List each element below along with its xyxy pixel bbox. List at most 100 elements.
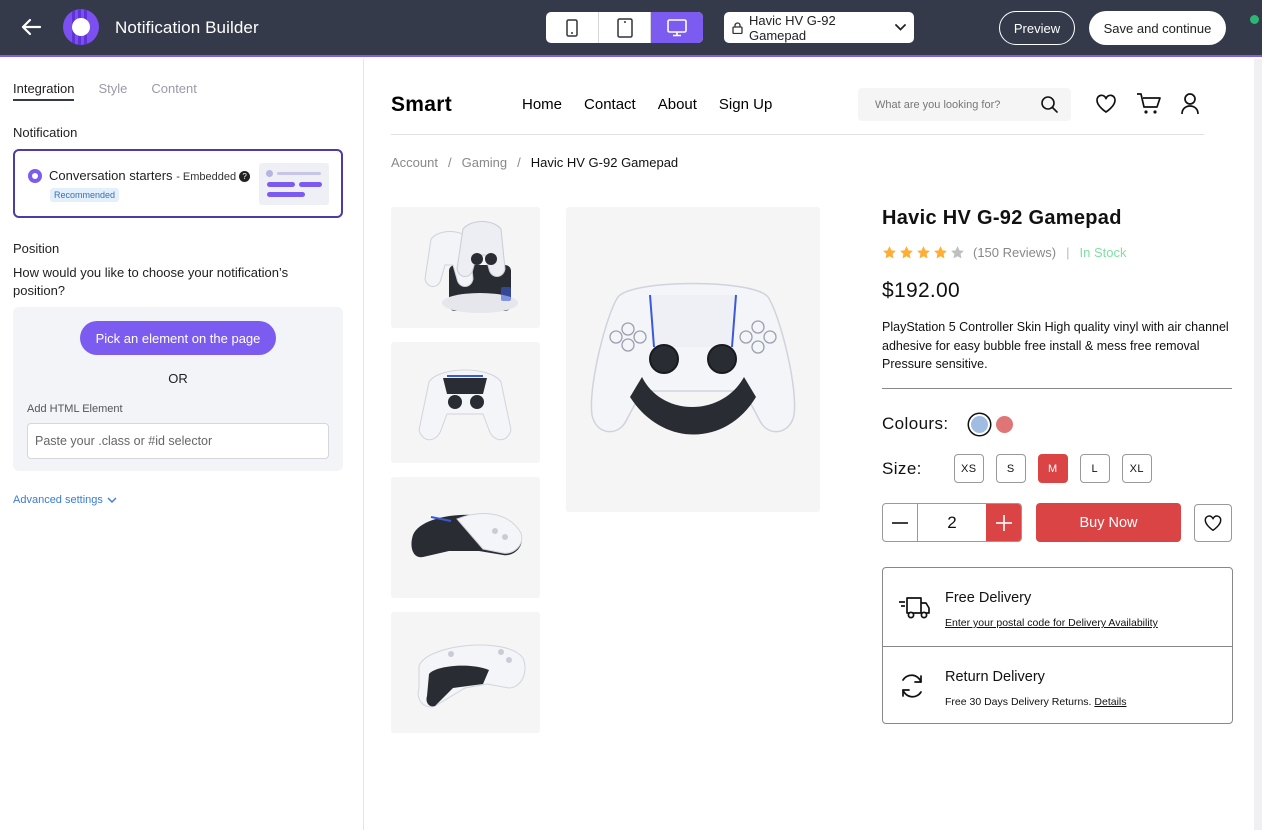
product-main-image[interactable] (566, 207, 820, 512)
user-icon[interactable] (1180, 92, 1200, 115)
save-and-continue-button[interactable]: Save and continue (1089, 11, 1226, 45)
return-refresh-icon (902, 674, 922, 698)
notification-name-label: Conversation starters (49, 168, 173, 183)
back-arrow-icon[interactable] (20, 17, 42, 37)
tablet-icon (616, 17, 633, 38)
controller-angle-image (417, 644, 526, 708)
size-selector: Size: XS S M L XL (882, 454, 1152, 483)
notification-name: Conversation starters - Embedded? (49, 168, 251, 183)
delivery-truck-icon (899, 597, 930, 619)
help-icon[interactable]: ? (239, 171, 251, 182)
store-search[interactable]: What are you looking for? (858, 88, 1071, 121)
recommended-badge: Recommended (50, 188, 120, 202)
controller-side-image (411, 513, 523, 558)
product-title: Havic HV G-92 Gamepad (882, 207, 1122, 229)
return-delivery-text: Free 30 Days Delivery Returns. (945, 696, 1092, 708)
details-link[interactable]: Details (1094, 696, 1126, 708)
size-m[interactable]: M (1037, 454, 1068, 483)
postal-code-link[interactable]: Enter your postal code for Delivery Avai… (945, 617, 1158, 629)
status-dot (1250, 15, 1259, 24)
product-description: PlayStation 5 Controller Skin High quali… (882, 320, 1229, 371)
position-heading: Position (13, 241, 60, 256)
product-thumbnail[interactable] (391, 612, 540, 733)
advanced-settings-label: Advanced settings (13, 494, 103, 506)
store-logo[interactable]: Smart (391, 93, 452, 117)
store-nav: Home Contact About Sign Up (522, 96, 772, 113)
chevron-down-icon (107, 497, 117, 503)
breadcrumb-separator: / (447, 155, 452, 170)
page-select[interactable]: Havic HV G-92 Gamepad (724, 12, 914, 43)
size-xl[interactable]: XL (1121, 454, 1152, 483)
colour-swatch-blue[interactable] (970, 415, 988, 433)
radio-selected[interactable] (28, 169, 42, 183)
or-divider: OR (168, 371, 188, 386)
mobile-view-button[interactable] (546, 12, 599, 43)
left-panel: Integration Style Content Notification C… (0, 59, 364, 830)
notification-heading: Notification (13, 125, 78, 140)
top-bar: Notification Builder Havic HV G-92 Gamep… (0, 0, 1262, 57)
nav-about[interactable]: About (658, 96, 697, 113)
notification-option-card[interactable]: Conversation starters - Embedded? Recomm… (13, 149, 343, 218)
nav-sign-up[interactable]: Sign Up (719, 96, 772, 113)
nav-home[interactable]: Home (522, 96, 562, 113)
search-icon[interactable] (1040, 95, 1059, 114)
app-logo (63, 9, 99, 45)
chevron-down-icon (895, 24, 906, 31)
controller-top-image (418, 369, 512, 441)
size-s[interactable]: S (995, 454, 1026, 483)
charging-dock-image (424, 221, 518, 313)
scroll-gutter (1254, 59, 1262, 830)
pick-element-button[interactable]: Pick an element on the page (80, 321, 276, 355)
delivery-info: Free Delivery Enter your postal code for… (882, 567, 1233, 724)
tab-content[interactable]: Content (151, 81, 197, 101)
nav-contact[interactable]: Contact (584, 96, 636, 113)
quantity-value[interactable]: 2 (918, 504, 986, 541)
quantity-decrease-button[interactable] (883, 504, 918, 541)
breadcrumb-separator: / (517, 155, 521, 170)
colour-selector: Colours: (882, 414, 1013, 434)
preview-button[interactable]: Preview (999, 11, 1075, 45)
product-thumbnail[interactable] (391, 342, 540, 463)
tab-style[interactable]: Style (98, 81, 127, 101)
tablet-view-button[interactable] (599, 12, 652, 43)
breadcrumb-account[interactable]: Account (391, 155, 438, 170)
notification-thumbnail (259, 163, 329, 205)
controller-front-image (590, 282, 796, 435)
app-title: Notification Builder (115, 18, 259, 37)
review-count[interactable]: (150 Reviews) (973, 245, 1056, 260)
notification-type: - Embedded (176, 171, 237, 183)
buy-now-button[interactable]: Buy Now (1036, 503, 1181, 542)
page-select-label: Havic HV G-92 Gamepad (749, 12, 836, 43)
quantity-stepper: 2 (882, 503, 1022, 542)
star-icon (951, 246, 964, 259)
return-delivery-title: Return Delivery (945, 669, 1045, 685)
size-l[interactable]: L (1079, 454, 1110, 483)
breadcrumb-gaming[interactable]: Gaming (462, 155, 508, 170)
description-divider (882, 388, 1232, 389)
product-rating: (150 Reviews) | In Stock (882, 245, 1126, 260)
breadcrumb-current: Havic HV G-92 Gamepad (530, 155, 679, 170)
device-toggle (546, 12, 703, 43)
heart-icon[interactable] (1095, 93, 1117, 114)
position-question: How would you like to choose your notifi… (13, 265, 289, 298)
star-icon (917, 246, 930, 259)
colour-swatch-red[interactable] (995, 415, 1013, 433)
cart-icon[interactable] (1136, 92, 1161, 115)
product-thumbnail[interactable] (391, 207, 540, 328)
product-price: $192.00 (882, 279, 961, 302)
return-delivery-row: Return Delivery Free 30 Days Delivery Re… (883, 646, 1232, 724)
panel-tabs: Integration Style Content (13, 81, 197, 101)
plus-icon (995, 514, 1012, 531)
product-thumbnail[interactable] (391, 477, 540, 598)
star-icon (934, 246, 947, 259)
return-delivery-sub: Free 30 Days Delivery Returns. Details (945, 696, 1127, 708)
mobile-icon (566, 18, 578, 37)
wishlist-button[interactable] (1194, 504, 1232, 542)
size-xs[interactable]: XS (953, 454, 984, 483)
star-icon (883, 246, 896, 259)
desktop-view-button[interactable] (651, 12, 703, 43)
quantity-increase-button[interactable] (986, 504, 1021, 541)
tab-integration[interactable]: Integration (13, 81, 75, 101)
selector-input[interactable] (27, 423, 329, 459)
advanced-settings-toggle[interactable]: Advanced settings (13, 494, 117, 506)
